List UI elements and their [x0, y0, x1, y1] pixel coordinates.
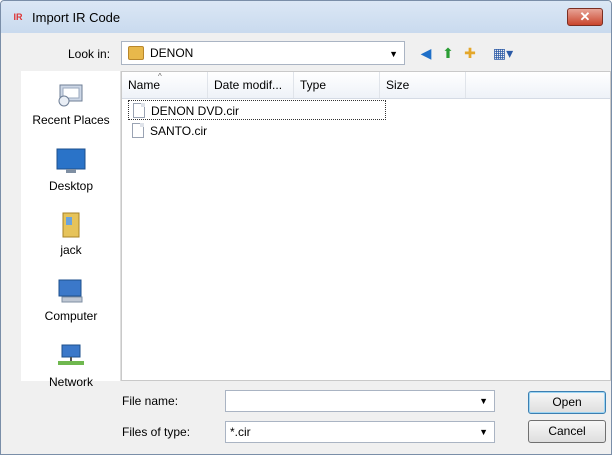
column-type[interactable]: Type [294, 72, 380, 98]
filename-input[interactable]: ▼ [225, 390, 495, 412]
lookin-combobox[interactable]: DENON ▼ [121, 41, 405, 65]
close-button[interactable]: ✕ [567, 8, 603, 26]
dialog-title: Import IR Code [32, 10, 121, 25]
file-list[interactable]: ^ Name Date modif... Type Size DENON DVD… [121, 71, 611, 381]
place-label: jack [60, 243, 82, 257]
recent-places-icon [58, 84, 83, 107]
places-bar: Recent Places Desktop jack Computer Netw… [21, 71, 121, 389]
file-name: SANTO.cir [150, 124, 208, 138]
file-icon [132, 123, 144, 138]
column-date-modified[interactable]: Date modif... [208, 72, 294, 98]
file-row[interactable]: SANTO.cir [128, 121, 207, 141]
place-recent-places[interactable]: Recent Places [21, 81, 121, 127]
place-network[interactable]: Network [21, 343, 121, 389]
user-folder-icon [62, 212, 80, 238]
place-desktop[interactable]: Desktop [21, 147, 121, 193]
lookin-value: DENON [150, 46, 194, 60]
file-name: DENON DVD.cir [151, 104, 240, 118]
column-size[interactable]: Size [380, 72, 466, 98]
place-user-folder[interactable]: jack [21, 211, 121, 257]
place-label: Desktop [48, 179, 94, 193]
chevron-down-icon[interactable]: ▼ [479, 422, 488, 442]
app-icon: IR [13, 12, 23, 22]
file-row[interactable]: DENON DVD.cir [128, 100, 386, 120]
file-list-header: ^ Name Date modif... Type Size [122, 72, 610, 99]
cancel-button[interactable]: Cancel [528, 420, 606, 443]
new-folder-icon[interactable]: ✚ [461, 44, 479, 62]
title-bar[interactable]: IR Import IR Code ✕ [1, 1, 611, 33]
computer-icon [58, 279, 83, 303]
sort-ascending-icon: ^ [158, 72, 162, 81]
filetype-label: Files of type: [122, 425, 191, 439]
views-menu-icon[interactable]: ▦▾ [489, 44, 517, 62]
lookin-label: Look in: [68, 47, 111, 61]
column-name[interactable]: ^ Name [122, 72, 208, 98]
file-icon [133, 103, 145, 118]
chevron-down-icon[interactable]: ▼ [479, 391, 488, 411]
place-label: Network [48, 375, 93, 389]
filetype-select[interactable]: *.cir ▼ [225, 421, 495, 443]
back-icon[interactable]: ◀ [417, 44, 435, 62]
desktop-icon [56, 148, 86, 173]
up-folder-icon[interactable]: ⬆ [439, 44, 457, 62]
place-label: Computer [44, 309, 98, 323]
import-dialog: IR Import IR Code ✕ Look in: DENON ▼ ◀ ⬆… [0, 0, 612, 455]
open-button[interactable]: Open [528, 391, 606, 414]
filename-label: File name: [122, 394, 179, 408]
folder-icon [128, 46, 144, 60]
place-label: Recent Places [32, 113, 110, 127]
network-icon [58, 344, 84, 365]
place-computer[interactable]: Computer [21, 277, 121, 323]
chevron-down-icon[interactable]: ▼ [389, 49, 398, 59]
